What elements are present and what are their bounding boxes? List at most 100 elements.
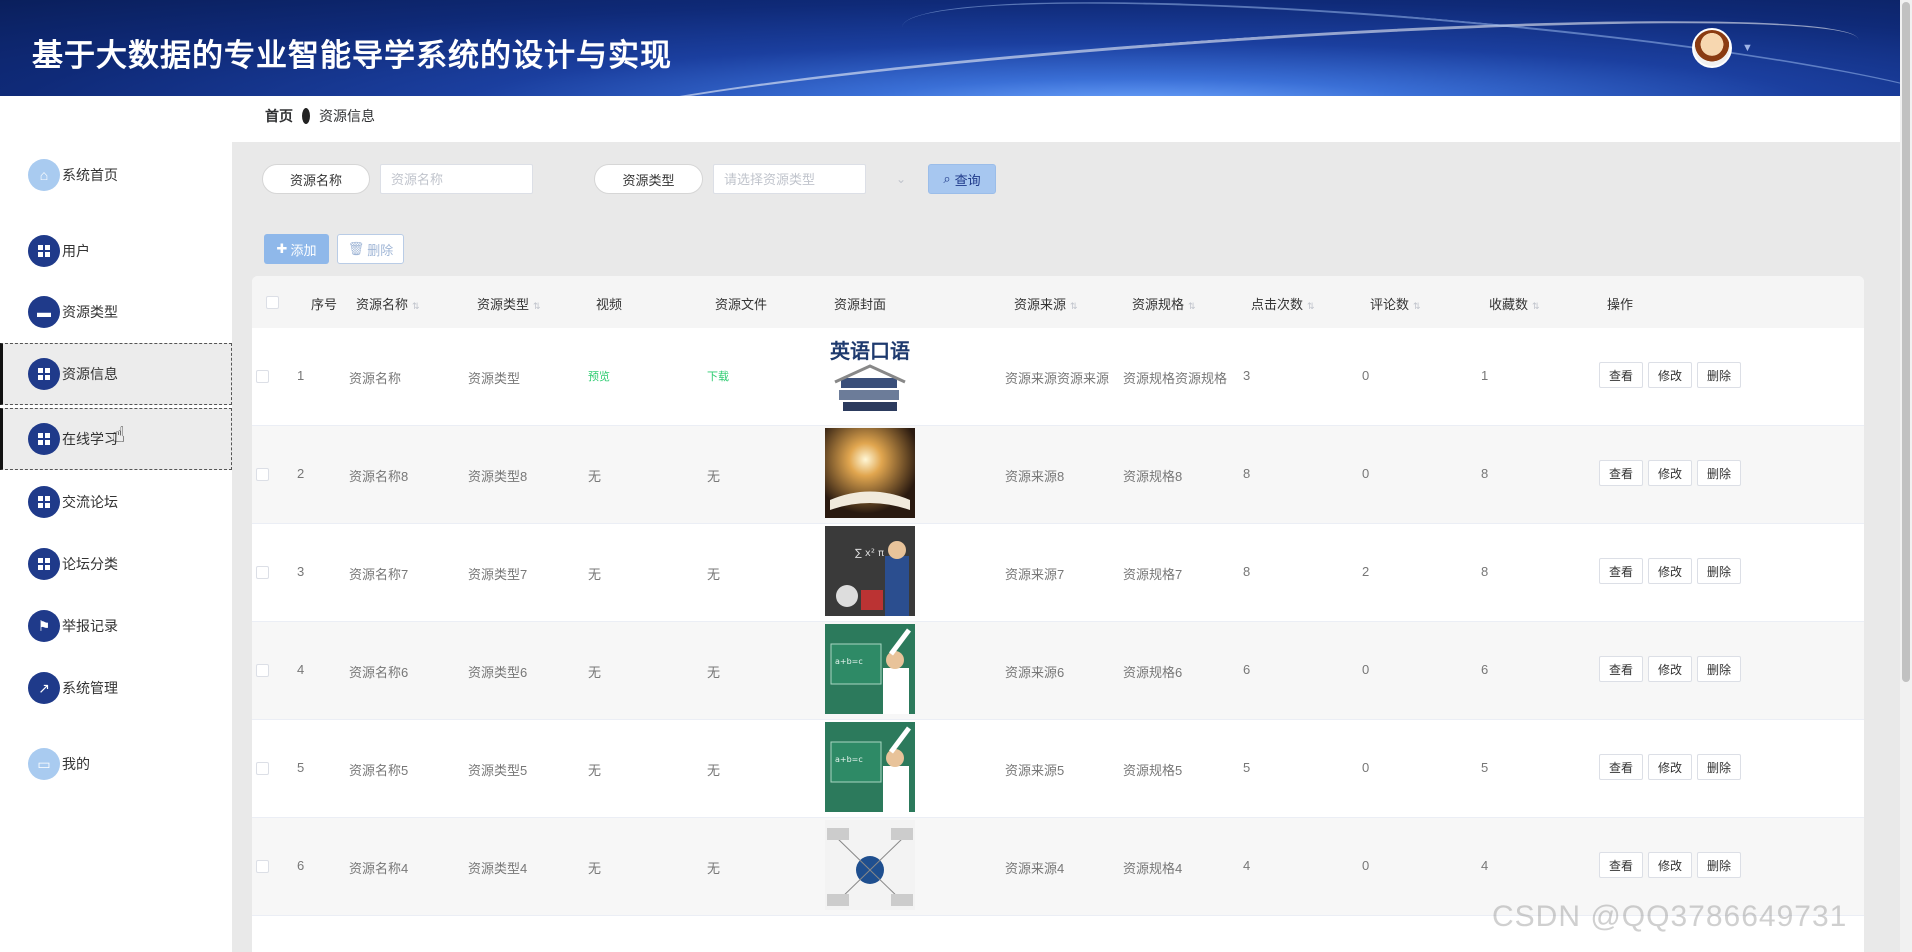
sort-icon: ⇅ bbox=[533, 301, 541, 311]
query-button[interactable]: ⌕ 查询 bbox=[928, 164, 996, 194]
user-avatar[interactable] bbox=[1692, 28, 1732, 68]
cell-spec: 资源规格5 bbox=[1123, 763, 1183, 778]
sidebar-item-resource-type[interactable]: ▬ 资源类型 bbox=[0, 281, 232, 343]
cell-index: 1 bbox=[297, 368, 305, 383]
hand-cursor-icon: ☝ bbox=[112, 422, 126, 447]
edit-button[interactable]: 修改 bbox=[1648, 558, 1692, 584]
cell-spec: 资源规格7 bbox=[1123, 567, 1183, 582]
table-row: 3 资源名称7 资源类型7 无 无 ∑ x² π 资源来源7 资源规格7 8 2 8 查看 修改 删除 bbox=[252, 524, 1864, 622]
row-checkbox[interactable] bbox=[256, 370, 269, 383]
cell-file: 无 bbox=[707, 567, 721, 582]
add-button[interactable]: ✚ 添加 bbox=[264, 234, 329, 264]
sort-icon: ⇅ bbox=[412, 301, 420, 311]
chevron-down-icon[interactable]: ⌄ bbox=[896, 172, 906, 186]
cell-favorites: 8 bbox=[1481, 564, 1489, 579]
sort-icon: ⇅ bbox=[1307, 301, 1315, 311]
sidebar-item-resource-info[interactable]: 资源信息 bbox=[0, 343, 232, 405]
scrollbar-thumb[interactable] bbox=[1902, 2, 1910, 682]
svg-text:a+b=c: a+b=c bbox=[835, 657, 863, 666]
cover-image: a+b=c bbox=[825, 722, 915, 812]
sidebar-item-home[interactable]: ⌂ 系统首页 bbox=[0, 144, 232, 206]
caret-down-icon[interactable]: ▼ bbox=[1742, 42, 1753, 54]
cell-favorites: 5 bbox=[1481, 760, 1489, 775]
cell-comments: 0 bbox=[1362, 368, 1370, 383]
col-cover: 资源封面 bbox=[834, 297, 887, 312]
view-button[interactable]: 查看 bbox=[1599, 656, 1643, 682]
cell-index: 4 bbox=[297, 662, 305, 677]
col-spec[interactable]: 资源规格 ⇅ bbox=[1132, 294, 1196, 313]
cell-source: 资源来源6 bbox=[1005, 665, 1065, 680]
cell-type: 资源类型7 bbox=[468, 567, 528, 582]
sidebar-item-label: 系统管理 bbox=[62, 680, 118, 696]
sidebar-item-forum[interactable]: 交流论坛 bbox=[0, 471, 232, 533]
edit-button[interactable]: 修改 bbox=[1648, 460, 1692, 486]
grid-icon bbox=[28, 423, 60, 455]
edit-button[interactable]: 修改 bbox=[1648, 362, 1692, 388]
row-checkbox[interactable] bbox=[256, 860, 269, 873]
delete-button[interactable]: 删除 bbox=[1697, 558, 1741, 584]
cover-image: 英语口语 bbox=[825, 330, 915, 420]
breadcrumb: 首页 资源信息 bbox=[265, 106, 375, 126]
edit-button[interactable]: 修改 bbox=[1648, 656, 1692, 682]
view-button[interactable]: 查看 bbox=[1599, 754, 1643, 780]
sidebar-item-system[interactable]: ↗ 系统管理 bbox=[0, 657, 232, 719]
row-checkbox[interactable] bbox=[256, 664, 269, 677]
edit-button[interactable]: 修改 bbox=[1648, 754, 1692, 780]
view-button[interactable]: 查看 bbox=[1599, 362, 1643, 388]
sidebar-item-forum-category[interactable]: 论坛分类 bbox=[0, 533, 232, 595]
delete-button[interactable]: 删除 bbox=[1697, 754, 1741, 780]
cell-spec: 资源规格6 bbox=[1123, 665, 1183, 680]
cell-comments: 0 bbox=[1362, 662, 1370, 677]
sort-icon: ⇅ bbox=[1188, 301, 1196, 311]
view-button[interactable]: 查看 bbox=[1599, 852, 1643, 878]
col-favorites[interactable]: 收藏数 ⇅ bbox=[1489, 294, 1540, 313]
view-button[interactable]: 查看 bbox=[1599, 460, 1643, 486]
delete-button[interactable]: 删除 bbox=[1697, 852, 1741, 878]
search-name-input[interactable] bbox=[380, 164, 533, 194]
cell-clicks: 3 bbox=[1243, 368, 1251, 383]
batch-delete-button[interactable]: 🗑 删除 bbox=[337, 234, 404, 264]
cell-name: 资源名称7 bbox=[349, 567, 409, 582]
row-checkbox[interactable] bbox=[256, 566, 269, 579]
sidebar-item-label: 论坛分类 bbox=[62, 556, 118, 572]
col-name[interactable]: 资源名称 ⇅ bbox=[356, 294, 420, 313]
sidebar-item-mine[interactable]: ▭ 我的 bbox=[0, 733, 232, 795]
view-button[interactable]: 查看 bbox=[1599, 558, 1643, 584]
cell-video: 无 bbox=[588, 861, 602, 876]
cell-type: 资源类型8 bbox=[468, 469, 528, 484]
delete-button[interactable]: 删除 bbox=[1697, 362, 1741, 388]
col-comments[interactable]: 评论数 ⇅ bbox=[1370, 294, 1421, 313]
edit-button[interactable]: 修改 bbox=[1648, 852, 1692, 878]
cell-clicks: 6 bbox=[1243, 662, 1251, 677]
sidebar-item-label: 举报记录 bbox=[62, 618, 118, 634]
col-type[interactable]: 资源类型 ⇅ bbox=[477, 294, 541, 313]
delete-button[interactable]: 删除 bbox=[1697, 460, 1741, 486]
breadcrumb-home[interactable]: 首页 bbox=[265, 106, 293, 126]
cell-comments: 2 bbox=[1362, 564, 1370, 579]
page-scrollbar[interactable] bbox=[1900, 0, 1912, 952]
cell-video: 无 bbox=[588, 567, 602, 582]
col-source[interactable]: 资源来源 ⇅ bbox=[1014, 294, 1078, 313]
col-clicks[interactable]: 点击次数 ⇅ bbox=[1251, 294, 1315, 313]
table-row: 5 资源名称5 资源类型5 无 无 a+b=c 资源来源5 资源规格5 5 0 5 查看 修改 删除 bbox=[252, 720, 1864, 818]
sidebar-item-reports[interactable]: ⚑ 举报记录 bbox=[0, 595, 232, 657]
cell-file: 无 bbox=[707, 665, 721, 680]
cell-spec: 资源规格8 bbox=[1123, 469, 1183, 484]
cell-video: 无 bbox=[588, 665, 602, 680]
cell-video[interactable]: 预览 bbox=[588, 368, 610, 384]
delete-button[interactable]: 删除 bbox=[1697, 656, 1741, 682]
cell-file[interactable]: 下载 bbox=[707, 368, 729, 384]
sidebar-item-users[interactable]: 用户 bbox=[0, 220, 232, 282]
cell-source: 资源来源5 bbox=[1005, 763, 1065, 778]
row-checkbox[interactable] bbox=[256, 468, 269, 481]
row-checkbox[interactable] bbox=[256, 762, 269, 775]
search-type-select[interactable] bbox=[713, 164, 866, 194]
cell-clicks: 4 bbox=[1243, 858, 1251, 873]
cell-index: 3 bbox=[297, 564, 305, 579]
app-title: 基于大数据的专业智能导学系统的设计与实现 bbox=[32, 38, 672, 73]
cover-image bbox=[825, 820, 915, 910]
col-actions: 操作 bbox=[1607, 297, 1634, 312]
select-all-checkbox[interactable] bbox=[266, 296, 279, 309]
cell-file: 无 bbox=[707, 763, 721, 778]
card-icon: ▭ bbox=[28, 748, 60, 780]
